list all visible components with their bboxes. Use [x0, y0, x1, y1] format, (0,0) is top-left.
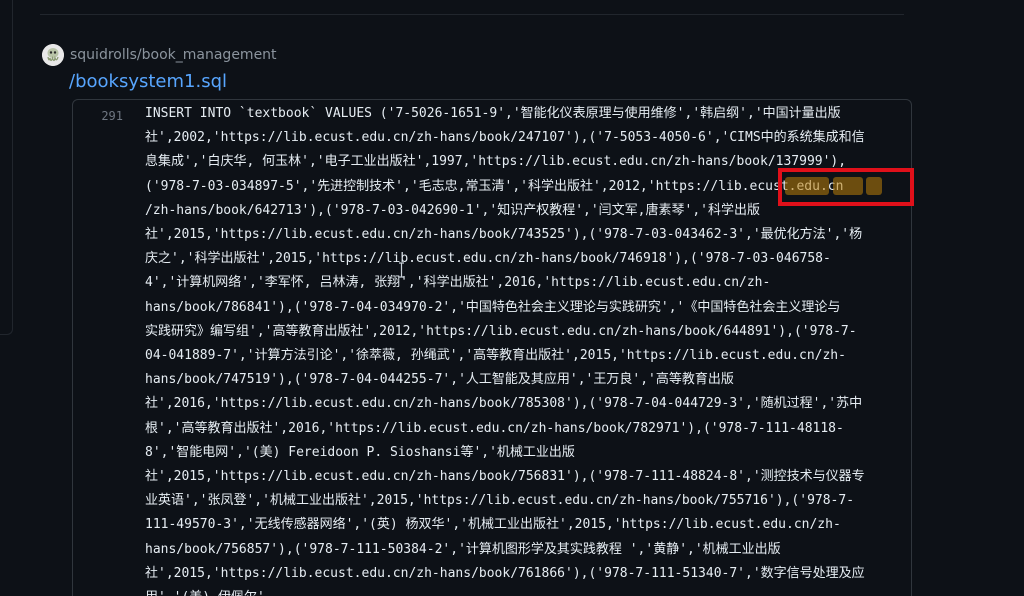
code-line: hans/book/747519'),('978-7-04-044255-7',… — [145, 372, 734, 388]
line-number: 291 — [101, 109, 123, 123]
code-line: 8','智能电网','(美) Fereidoon P. Sioshansi等',… — [145, 444, 575, 460]
code-line: ('978-7-03-034897-5','先进控制技术','毛志忠,常玉清',… — [145, 178, 844, 194]
code-line: 息集成','白庆华, 何玉林','电子工业出版社',1997,'https://… — [145, 154, 847, 170]
sidebar-panel-edge — [0, 0, 13, 335]
code-line: hans/book/756857'),('978-7-111-50384-2',… — [145, 541, 781, 557]
code-line: 社',2015,'https://lib.ecust.edu.cn/zh-han… — [145, 469, 865, 485]
code-line: 庆之','科学出版社',2015,'https://lib.ecust.edu.… — [145, 251, 831, 267]
code-line: 社',2015,'https://lib.ecust.edu.cn/zh-han… — [145, 227, 863, 243]
code-line: 4','计算机网络','李军怀, 吕林涛, 张翔','科学出版社',2016,'… — [145, 275, 771, 291]
code-line: 社',2015,'https://lib.ecust.edu.cn/zh-han… — [145, 565, 865, 581]
code-line: 04-041889-7','计算方法引论','徐萃薇, 孙绳武','高等教育出版… — [145, 348, 846, 364]
code-line: 111-49570-3','无线传感器网络','(英) 杨双华','机械工业出版… — [145, 517, 841, 533]
code-line: 根','高等教育出版社',2016,'https://lib.ecust.edu… — [145, 420, 844, 436]
text-cursor-icon — [399, 262, 404, 278]
code-line: 社',2002,'https://lib.ecust.edu.cn/zh-han… — [145, 130, 865, 146]
repo-header: squidrolls/book_management — [42, 43, 277, 67]
divider — [40, 14, 904, 15]
code-line: /zh-hans/book/642713'),('978-7-03-042690… — [145, 202, 760, 218]
code-line: 社',2016,'https://lib.ecust.edu.cn/zh-han… — [145, 396, 863, 412]
annotation-box — [778, 168, 914, 206]
code-line: hans/book/786841'),('978-7-04-034970-2',… — [145, 299, 841, 315]
squid-avatar-icon[interactable] — [42, 44, 64, 66]
code-line: INSERT INTO `textbook` VALUES ('7-5026-1… — [145, 106, 841, 121]
code-line: 实践研究》编写组','高等教育出版社',2012,'https://lib.ec… — [145, 323, 857, 339]
code-line: 用','(美) 伊佩尔' — [145, 590, 265, 596]
repo-name-link[interactable]: squidrolls/book_management — [70, 45, 277, 65]
code-line: 业英语','张凤登','机械工业出版社',2015,'https://lib.e… — [145, 493, 855, 509]
search-results-page: squidrolls/book_management /booksystem1.… — [0, 0, 1024, 596]
file-path-link[interactable]: /booksystem1.sql — [69, 69, 227, 95]
